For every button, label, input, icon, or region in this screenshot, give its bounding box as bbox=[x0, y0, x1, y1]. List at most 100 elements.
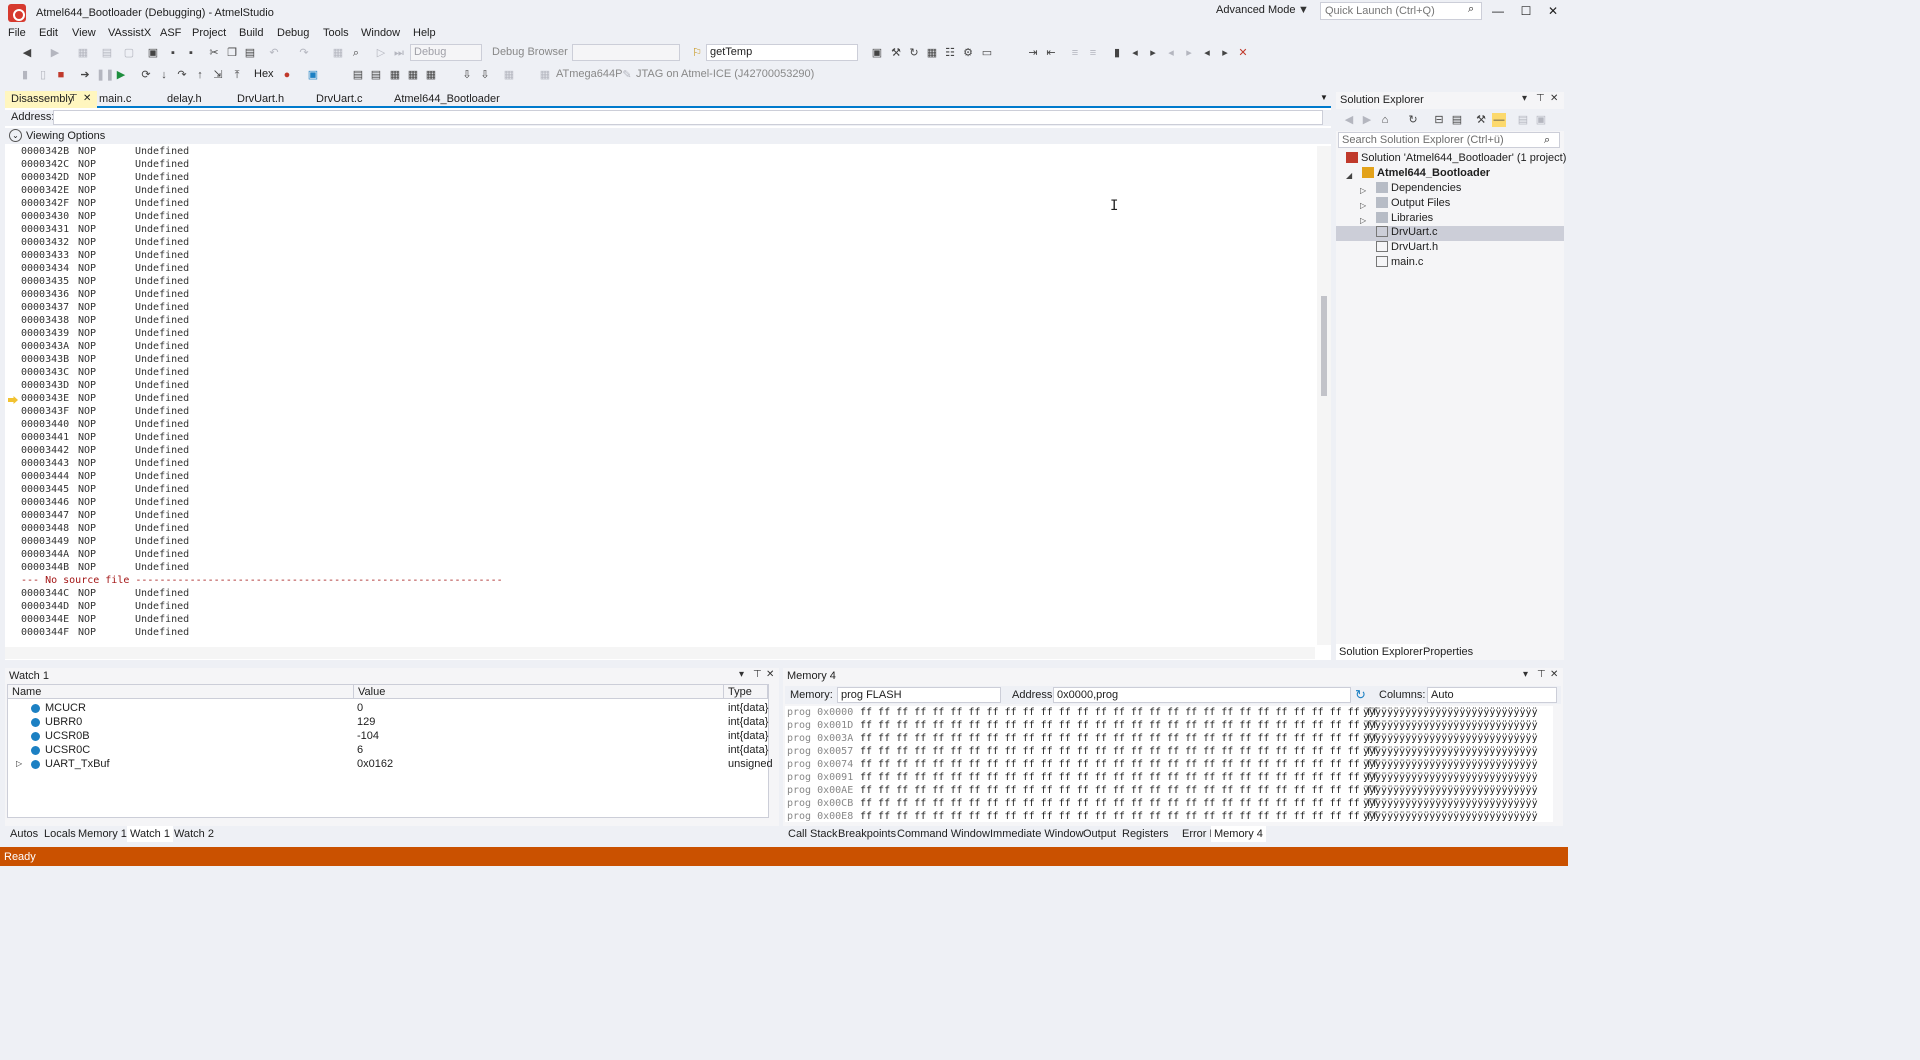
menu-view[interactable]: View bbox=[72, 27, 96, 39]
watch-value[interactable]: -104 bbox=[357, 730, 379, 742]
refresh-icon[interactable]: ↻ bbox=[907, 46, 921, 60]
tab-command-window[interactable]: Command Window bbox=[894, 826, 993, 842]
refresh-icon[interactable]: ↻ bbox=[1355, 687, 1366, 703]
memory-grid[interactable]: prog 0x0000 ff ff ff ff ff ff ff ff ff ff… bbox=[785, 706, 1553, 822]
run-to-cursor-icon[interactable]: ⇲ bbox=[211, 68, 225, 82]
maximize-icon[interactable]: ☐ bbox=[1516, 4, 1536, 18]
tree-file-main-c[interactable]: main.c bbox=[1376, 256, 1423, 271]
sync-icon[interactable]: — bbox=[1492, 113, 1506, 127]
tab-immediate-window[interactable]: Immediate Window bbox=[987, 826, 1087, 842]
close-tab-icon[interactable]: ✕ bbox=[83, 93, 91, 104]
atmel-studio-logo-icon[interactable] bbox=[8, 4, 26, 22]
network-icon[interactable]: ☷ bbox=[943, 46, 957, 60]
step-info-icon[interactable]: ▯ bbox=[36, 68, 50, 82]
tab-watch-2[interactable]: Watch 2 bbox=[171, 826, 217, 842]
column-header-type[interactable]: Type bbox=[724, 685, 768, 699]
watch-row[interactable]: ▷ UART_TxBuf 0x0162 unsigned bbox=[8, 757, 773, 771]
minimize-icon[interactable]: — bbox=[1488, 4, 1508, 18]
debug-tool-label[interactable]: JTAG on Atmel-ICE (J42700053290) bbox=[636, 68, 814, 80]
pin-icon[interactable]: ⊤ bbox=[1537, 669, 1546, 680]
menu-edit[interactable]: Edit bbox=[39, 27, 58, 39]
io-view-icon[interactable]: ▦ bbox=[406, 68, 420, 82]
open-folder-icon[interactable]: ▣ bbox=[146, 46, 160, 60]
step-out-icon[interactable]: ↑ bbox=[193, 68, 207, 82]
stop-debugging-icon[interactable]: ■ bbox=[54, 68, 68, 82]
device-chip-icon[interactable]: ▦ bbox=[538, 68, 552, 82]
paste-icon[interactable]: ▤ bbox=[243, 46, 257, 60]
expand-arrow-icon[interactable]: ▷ bbox=[1360, 201, 1366, 210]
function-combo[interactable]: getTemp bbox=[706, 44, 858, 61]
watch-value[interactable]: 0 bbox=[357, 702, 363, 714]
disassembly-view[interactable]: 0000342B NOP Undefined 0000342C NOP Undefined… bbox=[5, 146, 1315, 645]
scrollbar-thumb[interactable] bbox=[1321, 296, 1327, 396]
tab-overflow-icon[interactable]: ▼ bbox=[1320, 93, 1328, 102]
next-file-bookmark-icon[interactable]: ▸ bbox=[1218, 46, 1232, 60]
watch-row[interactable]: MCUCR 0 int{data} bbox=[8, 701, 768, 715]
tree-folder-dependencies[interactable]: Dependencies bbox=[1376, 182, 1461, 197]
read-device-icon[interactable]: ⇩ bbox=[478, 68, 492, 82]
start-without-debug-icon[interactable]: ▷ bbox=[374, 46, 388, 60]
advanced-mode-label[interactable]: Advanced Mode bbox=[1216, 4, 1296, 16]
tool-icon[interactable]: ✎ bbox=[620, 68, 634, 82]
processor-icon[interactable]: ▦ bbox=[424, 68, 438, 82]
watch-value[interactable]: 0x0162 bbox=[357, 758, 393, 770]
program-device-icon[interactable]: ⇩ bbox=[460, 68, 474, 82]
search-icon[interactable]: ⌕ bbox=[1468, 3, 1474, 16]
redo-icon[interactable]: ↷ bbox=[297, 46, 311, 60]
pause-icon[interactable]: ❚❚ bbox=[96, 68, 114, 82]
step-over-icon[interactable]: ↷ bbox=[175, 68, 189, 82]
pane-menu-icon[interactable]: ▾ bbox=[1522, 93, 1527, 104]
column-header-value[interactable]: Value bbox=[354, 685, 724, 699]
vertical-scrollbar[interactable] bbox=[1317, 146, 1331, 645]
clear-bookmarks-icon[interactable]: ✕ bbox=[1236, 46, 1250, 60]
tab-atmel644-bootloader[interactable]: Atmel644_Bootloader bbox=[388, 91, 506, 108]
tree-folder-output-files[interactable]: Output Files bbox=[1376, 197, 1450, 212]
pane-menu-icon[interactable]: ▾ bbox=[1523, 669, 1528, 680]
quick-launch-input[interactable] bbox=[1320, 2, 1482, 20]
add-item-icon[interactable]: ▤ bbox=[100, 46, 114, 60]
tab-delay-h[interactable]: delay.h bbox=[161, 91, 208, 108]
back-icon[interactable]: ◀ bbox=[1342, 113, 1356, 127]
pin-icon[interactable]: ⊤ bbox=[69, 93, 78, 104]
menu-debug[interactable]: Debug bbox=[277, 27, 309, 39]
address-input[interactable] bbox=[53, 110, 1323, 125]
watch-row[interactable]: UCSR0B -104 int{data} bbox=[8, 729, 768, 743]
forward-icon[interactable]: ▶ bbox=[48, 46, 62, 60]
show-next-statement-icon[interactable]: ➔ bbox=[78, 68, 92, 82]
tree-folder-libraries[interactable]: Libraries bbox=[1376, 212, 1433, 227]
continue-icon[interactable]: ⏭ bbox=[392, 46, 406, 60]
cut-icon[interactable]: ✂ bbox=[207, 46, 221, 60]
save-all-icon[interactable]: ▪ bbox=[184, 46, 198, 60]
menu-vassistx[interactable]: VAssistX bbox=[108, 27, 151, 39]
tab-output[interactable]: Output bbox=[1080, 826, 1119, 842]
forward-icon[interactable]: ▶ bbox=[1360, 113, 1374, 127]
prev-bookmark-icon[interactable]: ◂ bbox=[1128, 46, 1142, 60]
hex-display-toggle[interactable]: Hex bbox=[254, 68, 274, 80]
menu-file[interactable]: File bbox=[8, 27, 26, 39]
breakpoint-toggle-icon[interactable]: ● bbox=[280, 68, 294, 82]
step-into-icon[interactable]: ↓ bbox=[157, 68, 171, 82]
expand-arrow-icon[interactable]: ▷ bbox=[16, 759, 22, 768]
comment-icon[interactable]: ≡ bbox=[1068, 46, 1082, 60]
next-bookmark-icon[interactable]: ▸ bbox=[1146, 46, 1160, 60]
tab-watch-1[interactable]: Watch 1 bbox=[127, 826, 173, 842]
tab-locals[interactable]: Locals bbox=[41, 826, 79, 842]
tree-solution[interactable]: Solution 'Atmel644_Bootloader' (1 projec… bbox=[1346, 152, 1566, 167]
tree-file-drvuart-h[interactable]: DrvUart.h bbox=[1376, 241, 1438, 256]
device-label[interactable]: ATmega644P bbox=[556, 68, 622, 80]
goto-function-icon[interactable]: ⚐ bbox=[690, 46, 704, 60]
menu-build[interactable]: Build bbox=[239, 27, 263, 39]
horizontal-scrollbar[interactable] bbox=[5, 647, 1315, 659]
pane-menu-icon[interactable]: ▾ bbox=[739, 669, 744, 680]
save-icon[interactable]: ▪ bbox=[166, 46, 180, 60]
find-icon[interactable]: ▦ bbox=[331, 46, 345, 60]
break-all-icon[interactable]: ▮ bbox=[18, 68, 32, 82]
disabled-tool-icon[interactable]: ▦ bbox=[502, 68, 516, 82]
uncomment-icon[interactable]: ≡ bbox=[1086, 46, 1100, 60]
watch-row[interactable]: UCSR0C 6 int{data} bbox=[8, 743, 768, 757]
tree-project[interactable]: Atmel644_Bootloader bbox=[1362, 167, 1490, 182]
watch-grid[interactable]: Name Value Type MCUCR 0 int{data} UBRR0 … bbox=[7, 684, 773, 818]
tab-main-c[interactable]: main.c bbox=[93, 91, 137, 108]
tab-solution-explorer[interactable]: Solution Explorer bbox=[1336, 644, 1426, 660]
wrench-icon[interactable]: ⚒ bbox=[889, 46, 903, 60]
